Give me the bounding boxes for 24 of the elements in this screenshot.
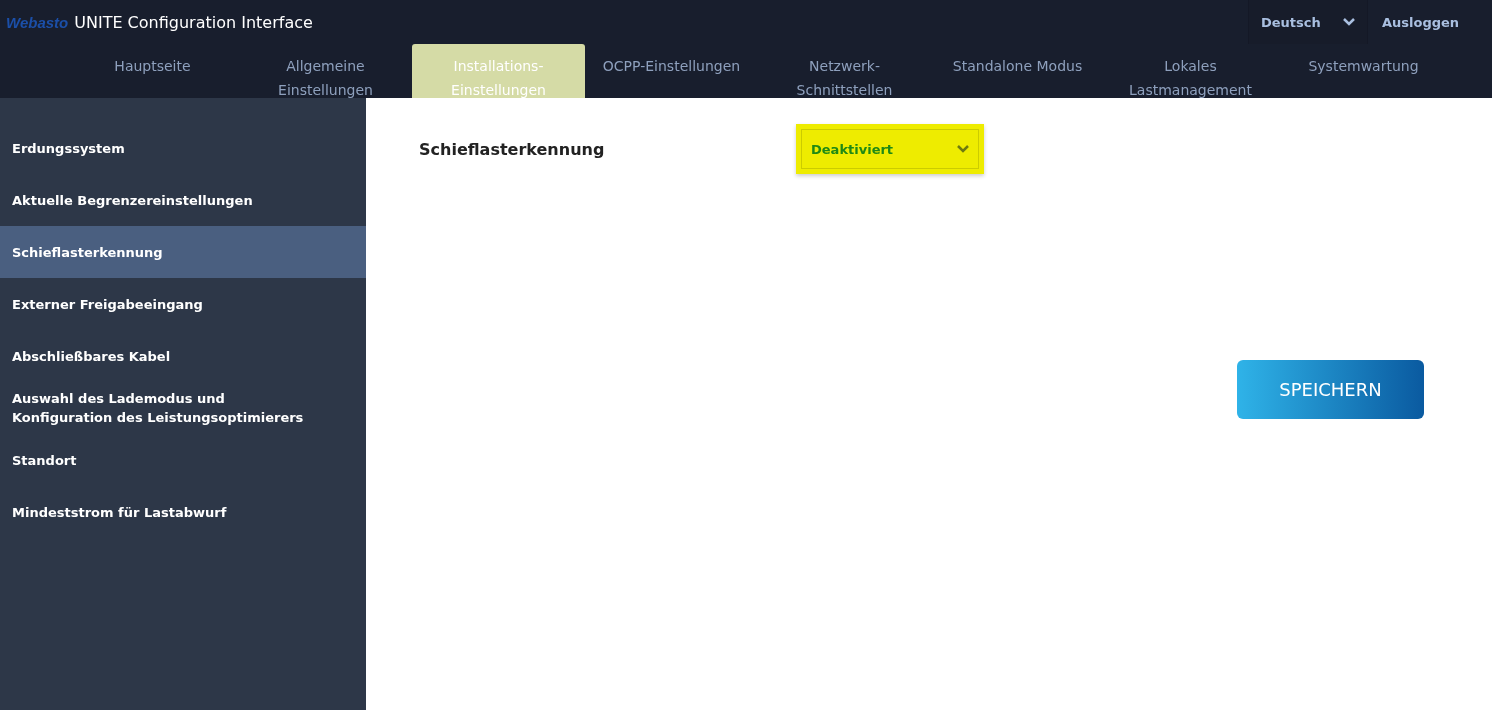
- sidebar-item[interactable]: Mindeststrom für Lastabwurf: [0, 486, 366, 538]
- nav-tab[interactable]: Systemwartung: [1277, 44, 1450, 98]
- logo: Webasto: [6, 13, 69, 31]
- sidebar-item[interactable]: Abschließbares Kabel: [0, 330, 366, 382]
- sidebar-item[interactable]: Erdungssystem: [0, 122, 366, 174]
- sidebar-item[interactable]: Auswahl des Lademodus und Konfiguration des Leistungsoptimierers: [0, 382, 366, 434]
- chevron-down-icon: [957, 145, 969, 153]
- setting-dropdown[interactable]: Deaktiviert: [796, 124, 984, 174]
- logout-link[interactable]: Ausloggen: [1368, 14, 1492, 30]
- nav-tab[interactable]: Standalone Modus: [931, 44, 1104, 98]
- nav-tab[interactable]: Hauptseite: [66, 44, 239, 98]
- nav-tab[interactable]: Netzwerk- Schnittstellen: [758, 44, 931, 98]
- language-dropdown[interactable]: Deutsch: [1248, 0, 1368, 44]
- sidebar-item[interactable]: Schieflasterkennung: [0, 226, 366, 278]
- save-button[interactable]: SPEICHERN: [1237, 360, 1424, 419]
- nav-tab[interactable]: OCPP-Einstellungen: [585, 44, 758, 98]
- sidebar-item[interactable]: Externer Freigabeeingang: [0, 278, 366, 330]
- nav-tab[interactable]: Lokales Lastmanagement: [1104, 44, 1277, 98]
- setting-label: Schieflasterkennung: [419, 139, 606, 159]
- sidebar-item[interactable]: Aktuelle Begrenzereinstellungen: [0, 174, 366, 226]
- nav-tab[interactable]: Allgemeine Einstellungen: [239, 44, 412, 98]
- chevron-down-icon: [1343, 18, 1355, 26]
- app-title: UNITE Configuration Interface: [74, 12, 314, 32]
- sidebar-item[interactable]: Standort: [0, 434, 366, 486]
